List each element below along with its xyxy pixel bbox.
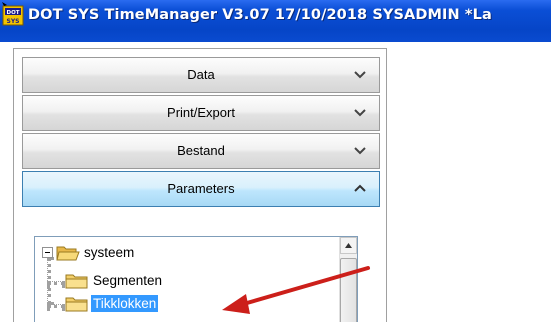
folder-icon xyxy=(65,274,88,289)
tree-connector-line xyxy=(47,281,65,285)
tree-node-label: systeem xyxy=(84,245,135,260)
section-bestand-label: Bestand xyxy=(177,143,225,158)
chevron-up-icon xyxy=(354,184,366,192)
section-parameters-label: Parameters xyxy=(167,181,235,196)
tree-node-label: Segmenten xyxy=(93,273,163,288)
section-parameters-header[interactable]: Parameters xyxy=(22,171,380,207)
scroll-up-button[interactable] xyxy=(340,237,357,254)
chevron-down-icon xyxy=(354,147,366,155)
section-data-header[interactable]: Data xyxy=(22,57,380,93)
client-area: Data Print/Export Bestand Parameters sys… xyxy=(0,42,551,322)
tree-node-tikklokken[interactable]: Tikklokken xyxy=(65,294,215,314)
navigation-panel: Data Print/Export Bestand Parameters sys… xyxy=(13,48,387,322)
tree-scrollbar[interactable] xyxy=(339,237,357,322)
tree-node-systeem[interactable]: systeem xyxy=(35,243,235,263)
chevron-down-icon xyxy=(354,109,366,117)
svg-text:DOT: DOT xyxy=(7,10,20,16)
app-logo-icon: DOT SYS xyxy=(2,2,24,26)
tree-collapse-icon[interactable] xyxy=(42,247,53,258)
parameters-tree[interactable]: systeem Segmenten Tikklokken xyxy=(34,236,358,322)
tree-connector-line xyxy=(47,304,65,308)
section-print-export-header[interactable]: Print/Export xyxy=(22,95,380,131)
section-data-label: Data xyxy=(187,67,215,82)
scroll-thumb[interactable] xyxy=(340,258,357,322)
window-titlebar[interactable]: DOT SYS DOT SYS TimeManager V3.07 17/10/… xyxy=(0,0,551,42)
section-bestand-header[interactable]: Bestand xyxy=(22,133,380,169)
window-title: DOT SYS TimeManager V3.07 17/10/2018 SYS… xyxy=(28,7,492,23)
tree-node-label: Tikklokken xyxy=(91,295,159,312)
section-print-export-label: Print/Export xyxy=(167,105,235,120)
tree-node-segmenten[interactable]: Segmenten xyxy=(65,271,215,291)
folder-icon xyxy=(65,297,88,312)
arrow-up-icon xyxy=(345,243,352,248)
folder-open-icon xyxy=(56,246,80,261)
chevron-down-icon xyxy=(354,71,366,79)
svg-text:SYS: SYS xyxy=(7,18,20,25)
